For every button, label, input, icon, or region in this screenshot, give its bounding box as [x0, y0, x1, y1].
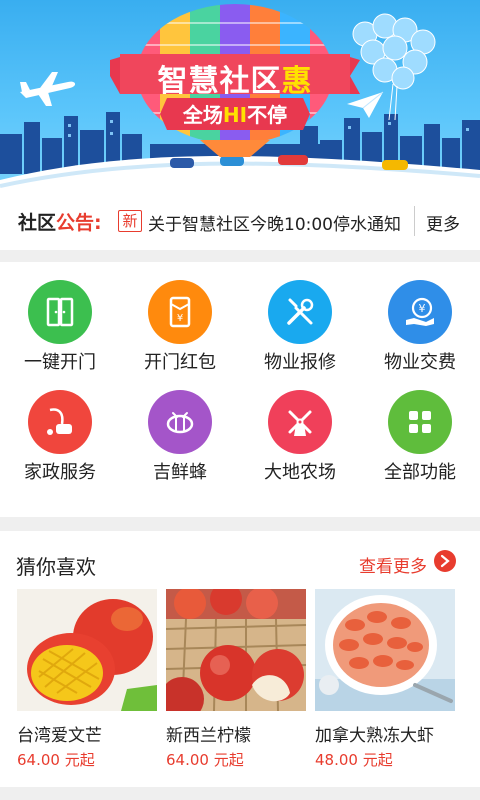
service-label: 家政服务 — [24, 462, 96, 483]
service-icon-bg: ¥ — [388, 280, 452, 344]
community-notice-bar[interactable]: 社区公告: 新 关于智慧社区今晚10:00停水通知 更多 — [0, 192, 480, 250]
page: 智慧社区惠 全场HI不停 社区公告: 新 关于智慧社区今晚10:00停水通知 更… — [0, 0, 480, 800]
service-property-payment[interactable]: ¥ 物业交费 — [360, 262, 480, 373]
new-badge: 新 — [118, 210, 142, 232]
product-price: 48.00 元起 — [315, 751, 393, 769]
red-envelope-icon: ¥ — [169, 296, 191, 328]
product-price: 64.00 元起 — [166, 751, 244, 769]
repair-tools-icon — [287, 298, 314, 325]
service-icon-bg — [268, 390, 332, 454]
banner-subtitle: 全场HI不停 — [167, 100, 303, 130]
notice-title-main: 社区 — [18, 212, 57, 234]
service-label: 开门红包 — [144, 352, 216, 373]
vacuum-cleaner-icon — [47, 408, 72, 435]
product-name: 新西兰柠檬 — [166, 726, 251, 746]
services-grid: 一键开门 ¥ 开门红包 物业报修 ¥ 物业交费 家政服务 吉鲜蜂 大地农场 全部… — [0, 262, 480, 517]
service-label: 物业交费 — [384, 352, 456, 373]
product-name: 加拿大熟冻大虾 — [315, 726, 434, 746]
service-housekeeping[interactable]: 家政服务 — [0, 372, 120, 483]
service-label: 一键开门 — [24, 352, 96, 373]
chevron-right-icon[interactable] — [434, 550, 456, 572]
banner-title-highlight: 惠 — [281, 64, 313, 99]
svg-text:¥: ¥ — [419, 302, 426, 315]
banner-subtitle-highlight: HI — [222, 103, 248, 127]
bee-icon — [166, 412, 194, 434]
product-card[interactable]: 台湾爱文芒 64.00 元起 — [17, 589, 157, 769]
divider — [414, 206, 415, 236]
product-image-shrimp[interactable] — [315, 589, 455, 711]
product-card[interactable]: 新西兰柠檬 64.00 元起 — [166, 589, 306, 769]
service-all-functions[interactable]: 全部功能 — [360, 372, 480, 483]
service-icon-bg: ¥ — [148, 280, 212, 344]
banner-subtitle-pre: 全场 — [182, 103, 223, 127]
service-icon-bg — [28, 390, 92, 454]
view-more-link[interactable]: 查看更多 — [359, 552, 427, 577]
airplane-illustration — [20, 72, 76, 106]
product-price: 64.00 元起 — [17, 751, 95, 769]
service-door-red-envelope[interactable]: ¥ 开门红包 — [120, 262, 240, 373]
recommendations-section: 猜你喜欢 查看更多 台湾爱文芒 64.00 元起 新西兰柠檬 64.00 元起 … — [0, 531, 480, 787]
grid-icon — [409, 411, 431, 433]
promo-banner[interactable]: 智慧社区惠 全场HI不停 — [0, 0, 480, 192]
service-property-repair[interactable]: 物业报修 — [240, 262, 360, 373]
product-image-lemon[interactable] — [166, 589, 306, 711]
door-icon — [46, 297, 74, 327]
svg-text:¥: ¥ — [177, 313, 183, 324]
banner-title: 智慧社区惠 — [110, 56, 360, 100]
service-label: 物业报修 — [264, 352, 336, 373]
paper-plane-illustration — [347, 91, 384, 118]
service-label: 吉鲜蜂 — [153, 462, 207, 483]
product-card[interactable]: 加拿大熟冻大虾 48.00 元起 — [315, 589, 455, 769]
product-image-mango[interactable] — [17, 589, 157, 711]
notice-more-link[interactable]: 更多 — [426, 210, 460, 235]
service-icon-bg — [148, 390, 212, 454]
service-icon-bg — [388, 390, 452, 454]
banner-text: 智慧社区惠 全场HI不停 — [110, 50, 360, 140]
service-dadi-farm[interactable]: 大地农场 — [240, 372, 360, 483]
notice-message[interactable]: 关于智慧社区今晚10:00停水通知 — [148, 210, 401, 235]
section-title: 猜你喜欢 — [16, 555, 96, 579]
windmill-icon — [288, 410, 312, 436]
service-jixianfeng[interactable]: 吉鲜蜂 — [120, 372, 240, 483]
payment-icon: ¥ — [406, 297, 434, 326]
service-one-key-door[interactable]: 一键开门 — [0, 262, 120, 373]
banner-subtitle-post: 不停 — [247, 103, 288, 127]
banner-title-main: 智慧社区 — [157, 64, 282, 99]
service-icon-bg — [28, 280, 92, 344]
service-icon-bg — [268, 280, 332, 344]
notice-title-accent: 公告: — [56, 212, 102, 234]
product-name: 台湾爱文芒 — [17, 726, 102, 746]
service-label: 全部功能 — [384, 462, 456, 483]
service-label: 大地农场 — [264, 462, 336, 483]
notice-title: 社区公告: — [18, 208, 102, 235]
